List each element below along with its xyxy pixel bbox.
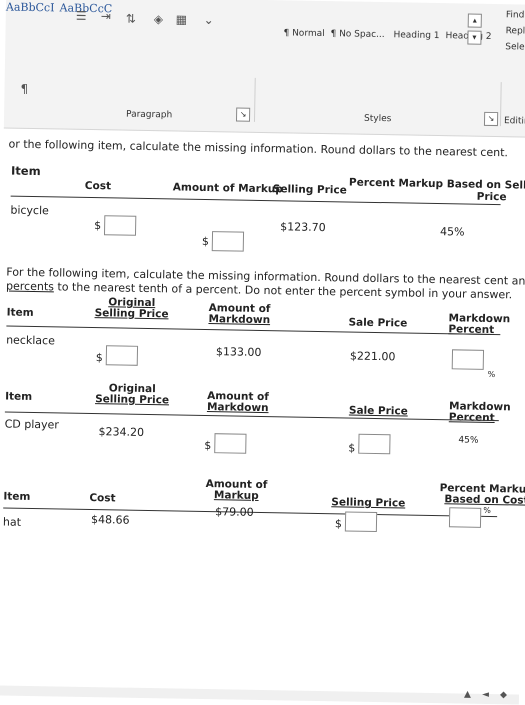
q2-t1-header-original: Original Selling Price	[94, 296, 169, 321]
style-preview-1[interactable]: AaBbCcI	[6, 0, 55, 14]
style-normal[interactable]: ¶ Normal	[283, 28, 324, 39]
q2-t1-amount: $133.00	[215, 345, 262, 359]
shading-icon[interactable]: ◈	[154, 12, 163, 26]
q3-header-percent-markup-2: Based on Cost	[444, 493, 525, 507]
styles-group-label: Styles	[363, 113, 392, 125]
q2-spellcheck-word: percents	[5, 279, 55, 294]
ribbon-separator	[253, 77, 256, 122]
q2-t2-header-amount: Amount of Markdown	[206, 390, 269, 415]
document-page: or the following item, calculate the mis…	[0, 135, 525, 704]
q2-t1-pct-suffix: %	[487, 369, 496, 380]
q3-pct-suffix: %	[483, 505, 491, 516]
q2-t2-header-original: Original Selling Price	[95, 382, 170, 407]
style-no-spacing[interactable]: ¶ No Spac...	[330, 29, 384, 40]
styles-dialog-launcher-icon[interactable]: ↘	[483, 111, 499, 127]
q1-instructions: or the following item, calculate the mis…	[8, 137, 509, 160]
q1-header-selling-price: Selling Price	[272, 183, 347, 197]
q3-selling-dollar: $	[334, 517, 343, 531]
q3-amount: $79.00	[215, 505, 254, 519]
q1-percent: 45%	[439, 225, 465, 239]
q2-t1-percent-input[interactable]	[451, 349, 485, 370]
notification-icon[interactable]: ▲	[464, 690, 471, 700]
q2-t2-sale-dollar: $	[348, 441, 356, 455]
q2-t1-orig-dollar: $	[95, 351, 103, 365]
q2-t2-header-item: Item	[5, 390, 33, 403]
indent-icon[interactable]: ⇥	[101, 9, 111, 23]
q1-markup-input[interactable]	[211, 231, 245, 252]
q2-t2-original: $234.20	[98, 425, 145, 439]
q2-t2-sale-input[interactable]	[358, 433, 391, 455]
q3-header-cost: Cost	[89, 492, 116, 505]
q1-header-cost: Cost	[84, 179, 112, 193]
q2-t1-sale: $221.00	[349, 349, 396, 364]
q2-t2-header-markdown-2: Percent	[448, 411, 495, 425]
q2-t2-item: CD player	[4, 417, 60, 432]
q2-t1-header-sale: Sale Price	[348, 316, 408, 330]
paragraph-group-label: Paragraph	[126, 109, 173, 121]
q1-header-price: Price	[476, 190, 507, 204]
q2-t1-header-amount-2: Markdown	[208, 313, 271, 327]
q3-cost: $48.66	[90, 513, 130, 527]
editing-group-label: Editing	[503, 116, 525, 127]
style-heading-1[interactable]: Heading 1	[393, 30, 439, 41]
q3-header-amount: Amount of Markup	[205, 478, 268, 502]
q1-header-markup: Amount of Markup	[172, 181, 283, 196]
q2-t1-original-input[interactable]	[105, 345, 139, 366]
styles-scroll-up-icon[interactable]: ▴	[467, 13, 482, 28]
q3-percent-input[interactable]	[448, 507, 482, 528]
q1-selling-price: $123.70	[280, 220, 326, 235]
volume-icon[interactable]: ◄	[482, 690, 489, 700]
styles-scroll-down-icon[interactable]: ▾	[467, 30, 482, 45]
q1-cost-input[interactable]	[103, 215, 137, 236]
word-ribbon: ¶ ☰ ⇥ ⇅ ◈ ▦ ⌄ Paragraph ↘ AaBbCcI AaBbCc…	[3, 0, 525, 138]
find-button[interactable]: Find	[506, 10, 525, 20]
q2-t1-header-original-2: Selling Price	[94, 307, 169, 321]
q1-cost-dollar: $	[94, 219, 102, 233]
ribbon-separator	[499, 82, 502, 127]
screenshot-stage: ¶ ☰ ⇥ ⇅ ◈ ▦ ⌄ Paragraph ↘ AaBbCcI AaBbCc…	[0, 0, 525, 705]
q1-header-item: Item	[10, 163, 41, 179]
replace-button[interactable]: Replace	[506, 26, 525, 37]
paragraph-dialog-launcher-icon[interactable]: ↘	[235, 107, 251, 122]
q2-t2-header-sale: Sale Price	[348, 404, 408, 418]
list-icon[interactable]: ☰	[76, 9, 87, 23]
sort-icon[interactable]: ⇅	[126, 12, 136, 26]
q1-item: bicycle	[10, 203, 49, 218]
q2-t1-header-rule	[6, 325, 501, 336]
q3-item: hat	[2, 515, 22, 529]
network-icon[interactable]: ◆	[500, 690, 507, 700]
q3-header-item: Item	[3, 490, 31, 503]
q3-selling-input[interactable]	[344, 511, 378, 533]
q1-markup-dollar: $	[201, 234, 209, 249]
dropdown-chevron-icon[interactable]: ⌄	[204, 13, 214, 27]
paragraph-mark-icon[interactable]: ¶	[20, 82, 28, 96]
q2-t2-percent: 45%	[458, 435, 479, 446]
q3-header-selling: Selling Price	[331, 496, 406, 510]
q2-t2-amount-input[interactable]	[214, 433, 247, 454]
q2-t1-item: necklace	[6, 333, 56, 348]
q2-t1-header-amount: Amount of Markdown	[208, 302, 271, 327]
q2-t2-header-amount-2: Markdown	[206, 401, 269, 415]
borders-icon[interactable]: ▦	[176, 12, 188, 26]
q3-header-percent-markup: Percent Markup Based on Cost	[439, 482, 525, 507]
q1-header-percent-markup: Percent Markup Based on Selling	[348, 176, 525, 192]
q2-t2-amount-dollar: $	[204, 439, 212, 453]
q3-header-amount-2: Markup	[213, 489, 259, 502]
q2-t2-header-markdown: Markdown Percent	[448, 400, 511, 425]
q2-t2-header-original-2: Selling Price	[95, 393, 170, 407]
q1-header-rule	[10, 195, 501, 206]
select-button[interactable]: Select	[505, 42, 525, 52]
q2-t1-header-item: Item	[6, 306, 34, 319]
